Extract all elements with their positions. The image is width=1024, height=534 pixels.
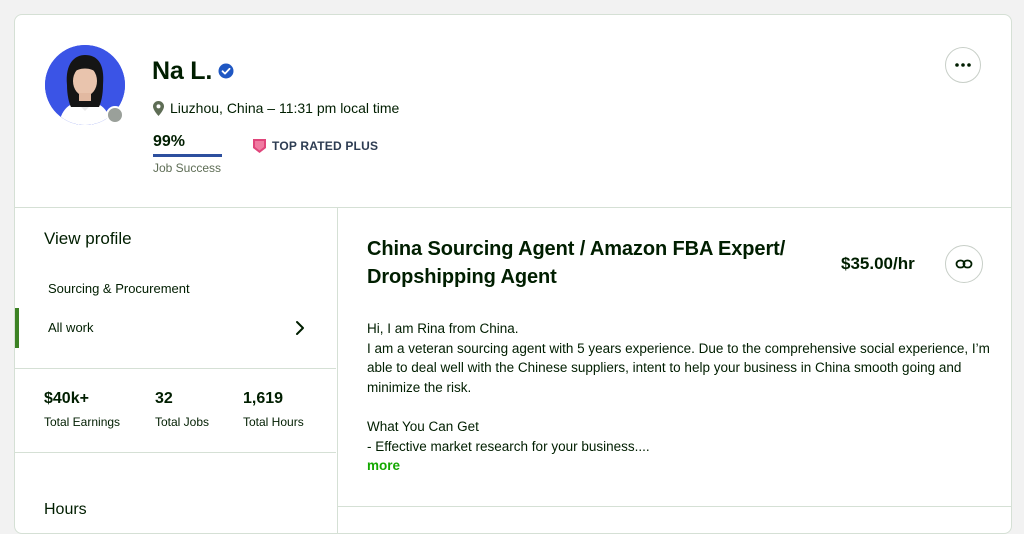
profile-header: Na L. Liuzhou, China – 11:31 pm local ti… (15, 15, 1011, 208)
profile-title: China Sourcing Agent / Amazon FBA Expert… (367, 238, 786, 288)
hours-heading: Hours (44, 501, 87, 518)
location-row: Liuzhou, China – 11:31 pm local time (153, 100, 399, 116)
divider (15, 368, 336, 369)
stat-value: $40k+ (44, 390, 89, 407)
job-success-bar (153, 154, 222, 157)
more-options-icon (955, 63, 971, 67)
location-pin-icon (153, 100, 164, 116)
stat-total-jobs: 32 Total Jobs (155, 390, 209, 429)
stat-label: Total Hours (243, 415, 304, 429)
stat-value: 1,619 (243, 390, 284, 407)
job-success-value: 99% (153, 133, 186, 150)
profile-name: Na L. (152, 57, 213, 85)
job-success-label: Job Success (153, 161, 222, 175)
copy-link-button[interactable] (945, 245, 983, 283)
link-icon (955, 259, 973, 269)
stat-label: Total Earnings (44, 415, 121, 429)
chevron-right-icon[interactable] (292, 320, 308, 336)
stat-label: Total Jobs (155, 415, 210, 429)
profile-main: China Sourcing Agent / Amazon FBA Expert… (338, 207, 1011, 533)
status-dot (106, 106, 124, 124)
more-options-button[interactable] (945, 47, 981, 83)
top-rated-plus-badge[interactable]: TOP RATED PLUS (253, 139, 378, 153)
overview-line: Hi, I am Rina from China. (367, 321, 519, 336)
avatar-container[interactable] (45, 45, 125, 125)
profile-overview: Hi, I am Rina from China. I am a veteran… (367, 319, 992, 456)
view-profile-heading: View profile (44, 229, 132, 248)
top-rated-plus-icon (253, 139, 266, 153)
divider (338, 506, 1011, 507)
stat-total-earnings: $40k+ Total Earnings (44, 390, 120, 429)
overview-line: - Effective market research for your bus… (367, 438, 650, 454)
profile-sidebar: View profile Sourcing & Procurement All … (15, 207, 338, 533)
stat-value: 32 (155, 390, 173, 407)
profile-card: Na L. Liuzhou, China – 11:31 pm local ti… (14, 14, 1012, 534)
overview-line: I am a veteran sourcing agent with 5 yea… (367, 340, 990, 395)
badge-label: TOP RATED PLUS (272, 139, 379, 153)
all-work-label: All work (48, 320, 94, 335)
stat-total-hours: 1,619 Total Hours (243, 390, 304, 429)
hourly-rate: $35.00/hr (841, 254, 915, 273)
sidebar-item-all-work[interactable]: All work (15, 308, 336, 348)
verified-icon (218, 63, 234, 79)
overview-line: What You Can Get (367, 418, 479, 434)
active-indicator (15, 308, 19, 348)
location-text: Liuzhou, China – 11:31 pm local time (170, 100, 400, 116)
divider (15, 452, 336, 453)
sidebar-item-sourcing-procurement[interactable]: Sourcing & Procurement (48, 281, 190, 296)
overview-gap (367, 397, 992, 417)
more-link[interactable]: more (367, 458, 400, 473)
